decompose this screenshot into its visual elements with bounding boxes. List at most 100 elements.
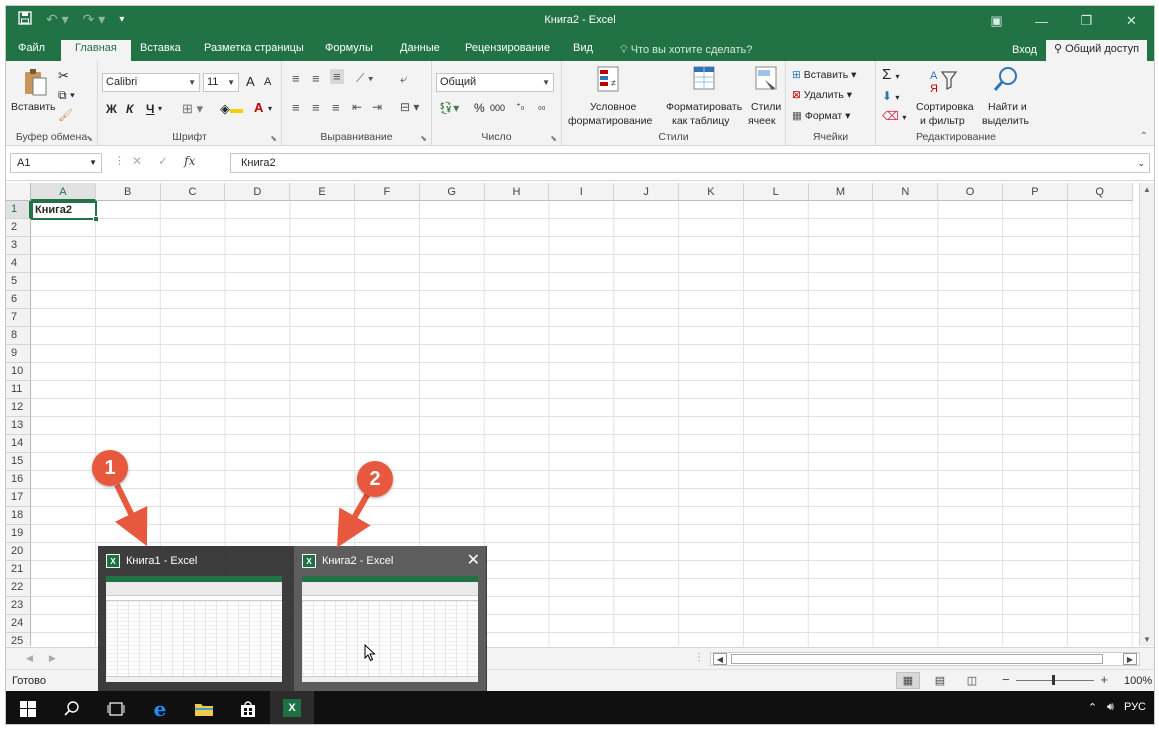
underline-button[interactable]: Ч (146, 102, 154, 116)
insert-cells-button[interactable]: ⊞ Вставить ▾ (792, 69, 856, 81)
search-icon[interactable] (50, 691, 94, 724)
volume-icon[interactable]: 🔊︎ (1107, 701, 1114, 714)
task-view-icon[interactable] (94, 691, 138, 724)
row-header-7[interactable]: 7 (6, 309, 31, 327)
borders-icon[interactable]: ⊞ ▾ (182, 101, 203, 117)
input-language[interactable]: РУС (1124, 701, 1146, 714)
zoom-track[interactable] (1016, 680, 1094, 681)
column-header-l[interactable]: L (743, 183, 809, 201)
number-format-combo[interactable]: Общий ▼ (436, 73, 554, 92)
paste-icon[interactable] (20, 67, 50, 99)
scroll-left-icon[interactable]: ◀ (713, 653, 727, 665)
column-header-i[interactable]: I (549, 183, 615, 201)
column-header-g[interactable]: G (419, 183, 485, 201)
decrease-indent-icon[interactable]: ⇤ (352, 100, 362, 114)
column-header-p[interactable]: P (1003, 183, 1068, 201)
row-header-24[interactable]: 24 (6, 615, 31, 633)
enter-icon[interactable]: ✓ (158, 154, 168, 168)
row-header-18[interactable]: 18 (6, 507, 31, 525)
insert-function-button[interactable]: fx (184, 154, 195, 168)
scroll-right-icon[interactable]: ▶ (1123, 653, 1137, 665)
column-header-q[interactable]: Q (1067, 183, 1133, 201)
row-header-8[interactable]: 8 (6, 327, 31, 345)
edge-browser-icon[interactable]: e (138, 691, 182, 724)
dialog-launcher-icon[interactable]: ⬊ (550, 134, 557, 143)
windows-start-icon[interactable] (6, 691, 50, 724)
active-cell-a1[interactable]: Книга2 (31, 201, 99, 222)
cell-styles-label-2[interactable]: ячеек (748, 115, 775, 127)
share-button[interactable]: ⚲ Общий доступ (1046, 40, 1148, 61)
excel-taskbar-icon[interactable]: X (270, 691, 314, 724)
conditional-formatting-label-1[interactable]: Условное (590, 101, 636, 113)
tell-me-box[interactable]: 💡︎ Что вы хотите сделать? (620, 44, 752, 57)
sign-in-link[interactable]: Вход (1012, 44, 1037, 56)
copy-icon[interactable]: ⧉ ▾ (58, 88, 75, 103)
cell-styles-label-1[interactable]: Стили (751, 101, 781, 113)
tab-review[interactable]: Рецензирование (461, 40, 554, 61)
thumbnail-book1[interactable]: X Книга1 - Excel (98, 546, 290, 691)
zoom-level[interactable]: 100% (1124, 675, 1152, 687)
row-header-13[interactable]: 13 (6, 417, 31, 435)
zoom-out-icon[interactable]: − (1002, 672, 1010, 687)
column-header-k[interactable]: K (679, 183, 744, 201)
cut-icon[interactable]: ✂ (58, 68, 69, 84)
thousands-button[interactable]: 000 (490, 103, 505, 113)
font-color-icon[interactable]: A (254, 100, 263, 115)
column-header-c[interactable]: C (160, 183, 226, 201)
font-name-combo[interactable]: Calibri ▼ (102, 73, 200, 92)
normal-view-icon[interactable]: ▦ (896, 672, 920, 689)
column-header-n[interactable]: N (873, 183, 939, 201)
paste-label[interactable]: Вставить (11, 101, 56, 113)
row-header-25[interactable]: 25 (6, 633, 31, 646)
row-header-22[interactable]: 22 (6, 579, 31, 597)
tab-page-layout[interactable]: Разметка страницы (200, 40, 308, 61)
align-middle-icon[interactable]: ≡ (312, 71, 320, 86)
align-top-icon[interactable]: ≡ (292, 71, 300, 86)
bold-button[interactable]: Ж (106, 102, 117, 116)
collapse-ribbon-icon[interactable]: ⌃ (1140, 131, 1148, 142)
page-break-view-icon[interactable]: ◫ (960, 672, 984, 689)
conditional-formatting-label-2[interactable]: форматирование (568, 115, 652, 127)
row-header-4[interactable]: 4 (6, 255, 31, 273)
tab-data[interactable]: Данные (396, 40, 444, 61)
cell-styles-icon[interactable] (754, 65, 780, 95)
font-color-dropdown-icon[interactable]: ▾ (268, 104, 272, 113)
dialog-launcher-icon[interactable]: ⬊ (86, 134, 93, 143)
row-header-11[interactable]: 11 (6, 381, 31, 399)
fill-handle[interactable] (93, 216, 99, 222)
row-header-3[interactable]: 3 (6, 237, 31, 255)
minimize-button[interactable]: — (1019, 6, 1064, 36)
thumbnail-book2[interactable]: X Книга2 - Excel ✕ (294, 546, 486, 691)
horizontal-scrollbar[interactable]: ◀ ▶ (710, 652, 1140, 666)
zoom-slider[interactable]: − + (1002, 672, 1108, 688)
decrease-decimal-icon[interactable]: ₀₀ (538, 101, 545, 111)
column-header-f[interactable]: F (355, 183, 420, 201)
select-all-button[interactable] (6, 183, 31, 201)
page-layout-view-icon[interactable]: ▤ (928, 672, 952, 689)
cancel-icon[interactable]: ✕ (132, 154, 142, 168)
ribbon-display-icon[interactable]: ▣ (974, 6, 1019, 36)
row-header-20[interactable]: 20 (6, 543, 31, 561)
row-header-12[interactable]: 12 (6, 399, 31, 417)
format-painter-icon[interactable]: 🖌︎ (58, 108, 73, 122)
grow-font-button[interactable]: A (246, 74, 255, 89)
restore-button[interactable]: ❐ (1064, 6, 1109, 36)
zoom-knob[interactable] (1052, 675, 1055, 685)
sheet-next-icon[interactable]: ▶ (49, 653, 56, 664)
vertical-scrollbar[interactable]: ▲ ▼ (1139, 183, 1154, 646)
italic-button[interactable]: К (126, 102, 133, 116)
horizontal-scroll-thumb[interactable] (731, 654, 1103, 664)
format-cells-button[interactable]: ▦ Формат ▾ (792, 110, 850, 122)
sheet-prev-icon[interactable]: ◀ (26, 653, 33, 664)
row-header-15[interactable]: 15 (6, 453, 31, 471)
conditional-formatting-icon[interactable]: ≠ (596, 65, 622, 95)
align-center-icon[interactable]: ≡ (312, 100, 320, 115)
row-header-14[interactable]: 14 (6, 435, 31, 453)
percent-button[interactable]: % (474, 101, 485, 115)
splitter-handle-icon[interactable]: ⋮ (694, 652, 704, 663)
row-header-1[interactable]: 1 (6, 201, 31, 219)
scroll-up-icon[interactable]: ▲ (1143, 185, 1151, 194)
align-right-icon[interactable]: ≡ (332, 100, 340, 115)
tab-view[interactable]: Вид (569, 40, 597, 61)
format-as-table-icon[interactable] (692, 65, 718, 95)
